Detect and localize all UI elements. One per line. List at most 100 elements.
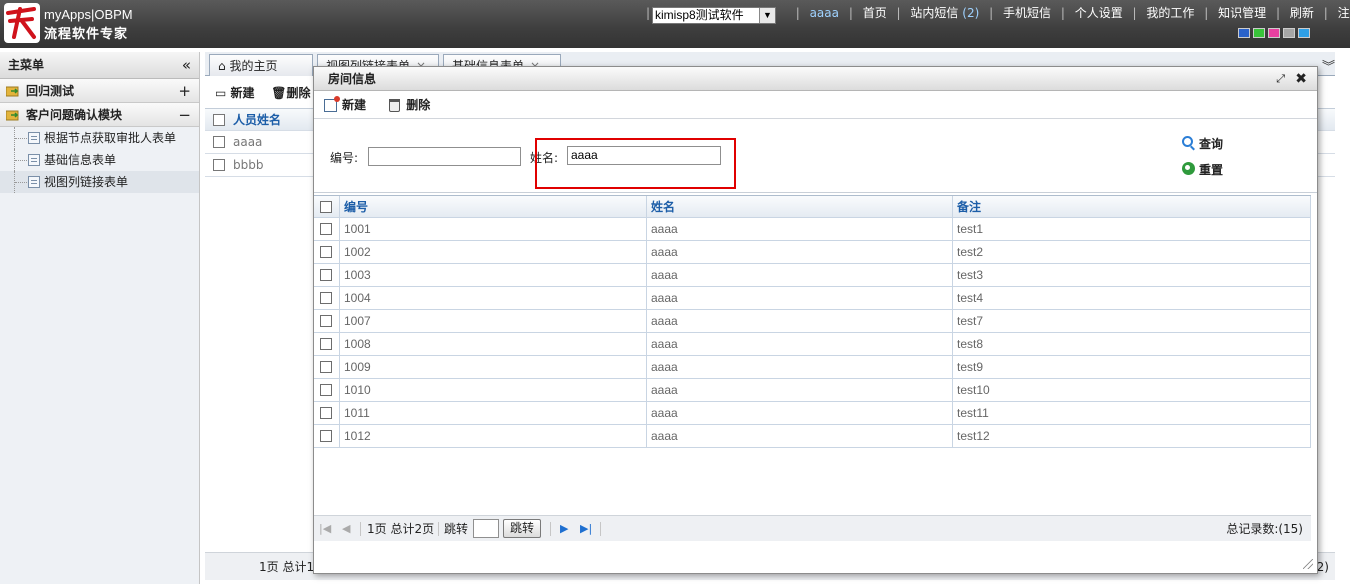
sidebar-item-approver-form[interactable]: 根据节点获取审批人表单 xyxy=(0,127,199,149)
search-panel: 编号: 姓名: aaaa 查询 重置 xyxy=(314,119,1317,193)
main-delete-button[interactable]: 🗑删除 xyxy=(271,86,310,100)
new-document-icon xyxy=(324,96,340,112)
id-label: 编号: xyxy=(330,151,359,165)
resize-grip-icon[interactable] xyxy=(1303,559,1313,569)
dialog-titlebar: 房间信息 ⤢ ✖ xyxy=(314,67,1317,91)
dialog-toolbar: 新建 删除 xyxy=(314,91,1317,119)
row-checkbox[interactable] xyxy=(320,292,332,304)
tabs-menu-chevron-icon[interactable]: ︾ xyxy=(1322,56,1335,75)
column-header-name[interactable]: 姓名 xyxy=(646,196,952,218)
cell-remark: test12 xyxy=(952,425,1311,447)
query-button[interactable]: 查询 xyxy=(1182,135,1223,152)
collapse-icon[interactable]: « xyxy=(182,52,191,79)
table-row[interactable]: 1008 aaaa test8 xyxy=(314,333,1311,356)
column-header-remark[interactable]: 备注 xyxy=(952,196,1311,218)
new-button[interactable]: 新建 xyxy=(324,91,366,119)
cell-name: aaaa xyxy=(646,379,952,401)
sidebar-item-label: 根据节点获取审批人表单 xyxy=(44,131,177,145)
row-checkbox[interactable] xyxy=(320,223,332,235)
nav-refresh-link[interactable]: 刷新 xyxy=(1290,4,1314,21)
table-row[interactable]: 1002 aaaa test2 xyxy=(314,241,1311,264)
maximize-icon[interactable]: ⤢ xyxy=(1276,67,1285,91)
row-checkbox[interactable] xyxy=(320,407,332,419)
collapse-icon[interactable]: − xyxy=(178,103,191,127)
theme-swatches xyxy=(1238,27,1313,41)
column-header-id[interactable]: 编号 xyxy=(339,196,646,218)
table-row[interactable]: 1012 aaaa test12 xyxy=(314,425,1311,448)
reset-button[interactable]: 重置 xyxy=(1182,161,1223,178)
current-user-link[interactable]: aaaa xyxy=(810,6,839,20)
select-all-checkbox[interactable] xyxy=(213,114,225,126)
cell-id: 1001 xyxy=(339,218,646,240)
row-checkbox[interactable] xyxy=(320,269,332,281)
theme-swatch-blue[interactable] xyxy=(1238,28,1250,38)
nav-my-work-link[interactable]: 我的工作 xyxy=(1146,4,1194,21)
total-records: 总记录数:(15) xyxy=(1226,522,1303,536)
nav-home-link[interactable]: 首页 xyxy=(863,4,887,21)
system-select[interactable]: kimisp8测试软件 ▼ xyxy=(652,7,776,24)
row-checkbox[interactable] xyxy=(320,361,332,373)
row-checkbox[interactable] xyxy=(213,159,225,171)
sidebar: 主菜单 « 回归测试 + 客户问题确认模块 − 根据节点获取审批人表单 基础信息… xyxy=(0,52,200,584)
cell-remark: test8 xyxy=(952,333,1311,355)
theme-swatch-pink[interactable] xyxy=(1268,28,1280,38)
grid-header-row: 编号 姓名 备注 xyxy=(314,195,1311,218)
cell-remark: test11 xyxy=(952,402,1311,424)
nav-messages-link[interactable]: 站内短信 xyxy=(910,4,958,21)
page-number-input[interactable] xyxy=(473,519,499,538)
row-checkbox[interactable] xyxy=(320,338,332,350)
sidebar-group-regression[interactable]: 回归测试 + xyxy=(0,79,199,103)
folder-arrow-icon xyxy=(6,86,19,97)
tab-my-home[interactable]: ⌂ 我的主页 xyxy=(209,54,313,76)
row-checkbox[interactable] xyxy=(320,315,332,327)
table-row[interactable]: 1010 aaaa test10 xyxy=(314,379,1311,402)
cell-name: aaaa xyxy=(646,287,952,309)
row-checkbox[interactable] xyxy=(213,136,225,148)
id-input[interactable] xyxy=(368,147,521,166)
cell-id: 1011 xyxy=(339,402,646,424)
cell-id: 1003 xyxy=(339,264,646,286)
delete-button[interactable]: 删除 xyxy=(388,91,430,119)
sidebar-header: 主菜单 « xyxy=(0,52,199,79)
first-page-icon[interactable]: |◀ xyxy=(319,516,331,542)
table-row[interactable]: 1003 aaaa test3 xyxy=(314,264,1311,287)
theme-swatch-cyan[interactable] xyxy=(1298,28,1310,38)
nav-logout-link[interactable]: 注销 xyxy=(1338,4,1350,21)
main-new-button[interactable]: ▭ 新建 xyxy=(215,86,255,100)
nav-personal-settings-link[interactable]: 个人设置 xyxy=(1075,4,1123,21)
chevron-down-icon[interactable]: ▼ xyxy=(759,8,775,23)
theme-swatch-gray[interactable] xyxy=(1283,28,1295,38)
theme-swatch-green[interactable] xyxy=(1253,28,1265,38)
cell-id: 1002 xyxy=(339,241,646,263)
room-info-dialog: 房间信息 ⤢ ✖ 新建 删除 编号: 姓名: aaaa 查询 重置 编号 姓名 … xyxy=(313,66,1318,574)
pager: |◀ ◀ 1页 总计2页 跳转 跳转 ▶ ▶| 总记录数:(15) xyxy=(314,515,1311,541)
cell-id: 1007 xyxy=(339,310,646,332)
nav-knowledge-link[interactable]: 知识管理 xyxy=(1218,4,1266,21)
row-checkbox[interactable] xyxy=(320,430,332,442)
table-row[interactable]: 1009 aaaa test9 xyxy=(314,356,1311,379)
form-icon xyxy=(28,154,40,166)
message-count[interactable]: (2) xyxy=(962,6,979,20)
next-page-icon[interactable]: ▶ xyxy=(560,516,568,542)
sidebar-item-basic-info-form[interactable]: 基础信息表单 xyxy=(0,149,199,171)
sidebar-group-customer-issue[interactable]: 客户问题确认模块 − xyxy=(0,103,199,127)
cell-name: aaaa xyxy=(646,333,952,355)
expand-icon[interactable]: + xyxy=(178,79,191,103)
select-all-checkbox[interactable] xyxy=(320,201,332,213)
close-icon[interactable]: ✖ xyxy=(1295,67,1307,91)
last-page-icon[interactable]: ▶| xyxy=(580,516,592,542)
home-icon: ⌂ xyxy=(218,59,226,73)
table-row[interactable]: 1001 aaaa test1 xyxy=(314,218,1311,241)
table-row[interactable]: 1011 aaaa test11 xyxy=(314,402,1311,425)
sidebar-group-label: 回归测试 xyxy=(26,84,75,98)
row-checkbox[interactable] xyxy=(320,246,332,258)
sidebar-item-view-link-form[interactable]: 视图列链接表单 xyxy=(0,171,199,193)
nav-mobile-sms-link[interactable]: 手机短信 xyxy=(1003,4,1051,21)
table-row[interactable]: 1007 aaaa test7 xyxy=(314,310,1311,333)
row-checkbox[interactable] xyxy=(320,384,332,396)
trash-icon xyxy=(389,99,401,112)
table-row[interactable]: 1004 aaaa test4 xyxy=(314,287,1311,310)
prev-page-icon[interactable]: ◀ xyxy=(342,516,350,542)
jump-button[interactable]: 跳转 xyxy=(503,519,542,538)
brand-name: myApps|OBPM xyxy=(44,7,133,22)
